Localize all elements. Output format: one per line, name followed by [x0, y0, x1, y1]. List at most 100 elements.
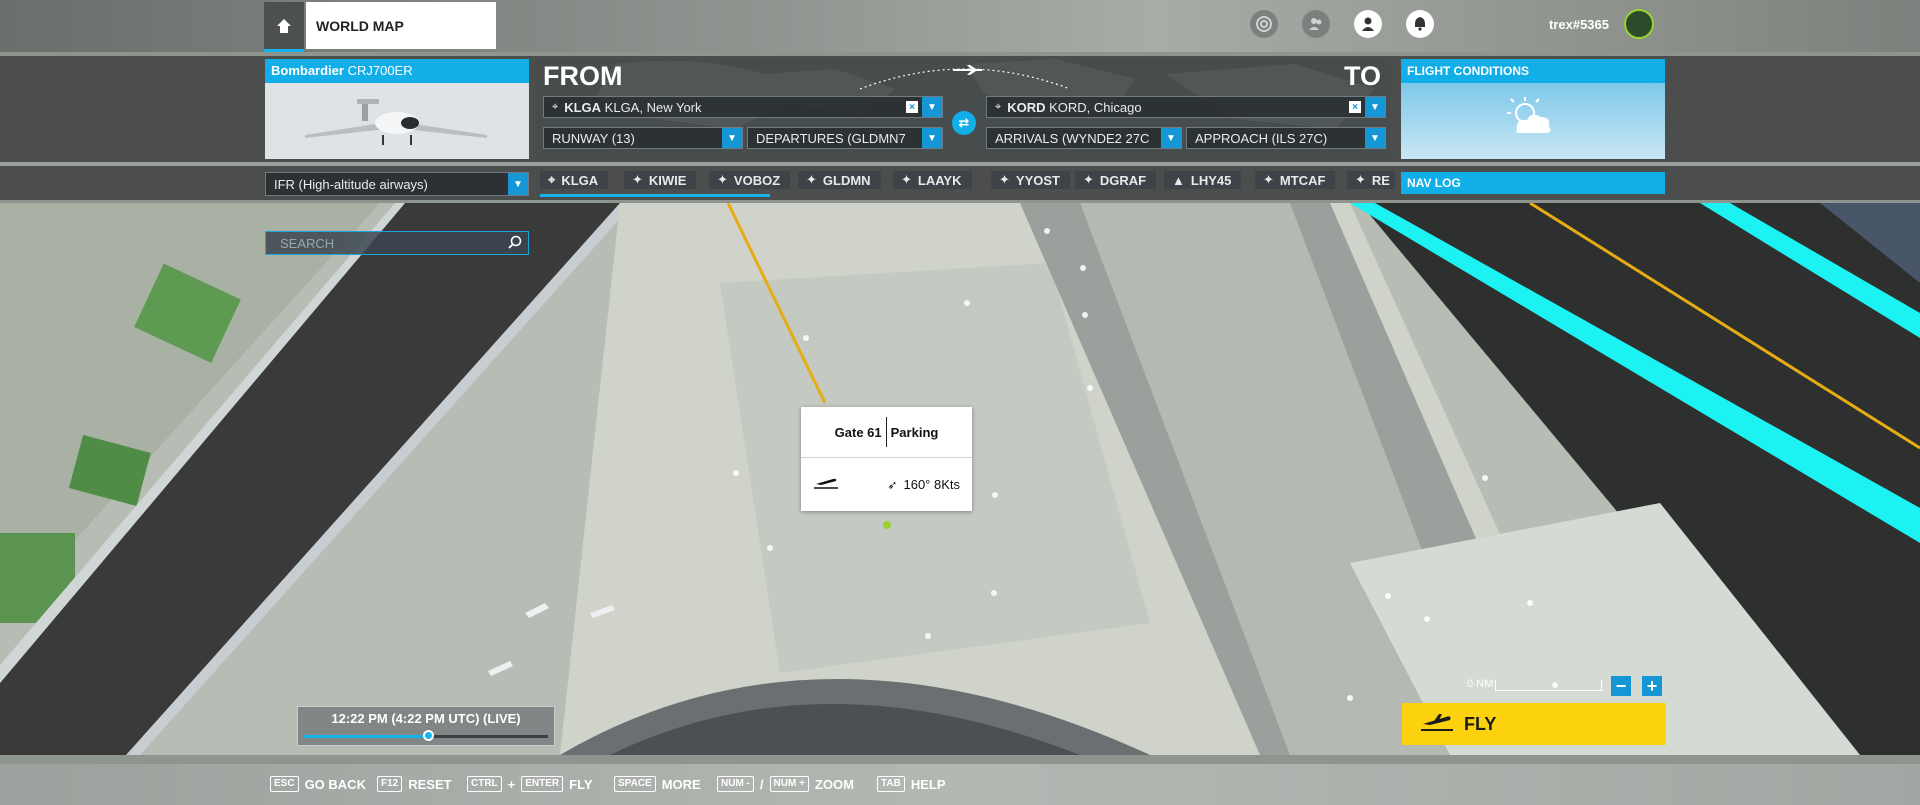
waypoint-chip[interactable]: ✦ VOBOZ: [709, 171, 791, 189]
minus-icon: −: [1615, 676, 1627, 696]
waypoint-chip[interactable]: ✦ GLDMN: [798, 171, 881, 189]
time-display: 12:22 PM (4:22 PM UTC) (LIVE): [331, 711, 521, 726]
gate-label: Gate 61: [834, 424, 882, 440]
waypoint-chip[interactable]: ▲ LHY45: [1164, 171, 1242, 189]
time-slider-track[interactable]: [304, 730, 548, 741]
flight-plan-type-select[interactable]: IFR (High-altitude airways) ▼: [265, 172, 529, 196]
map-scale-label: 0 NM: [1467, 678, 1494, 690]
route-panel: FROM TO ⌖ KLGA KLGA, New York × ▼ RUNWAY…: [535, 59, 1390, 159]
airport-icon: ⌖: [548, 172, 556, 187]
waypoint-label: KIWIE: [648, 172, 687, 188]
fly-button-label: FLY: [1464, 713, 1497, 734]
search-icon[interactable]: [508, 235, 522, 252]
aircraft-header: Bombardier CRJ700ER: [265, 59, 529, 83]
search-input[interactable]: SEARCH: [265, 231, 529, 255]
zoom-in-button[interactable]: +: [1642, 676, 1662, 696]
waypoint-chip[interactable]: ✦ YYOST: [991, 171, 1070, 189]
airport-target-icon: ⌖: [552, 100, 559, 113]
home-button[interactable]: [264, 2, 304, 52]
waypoint-chip[interactable]: ⌖ KLGA: [540, 171, 609, 189]
parking-type: Parking: [890, 424, 939, 440]
to-airport-select[interactable]: ⌖ KORD KORD, Chicago × ▼: [986, 96, 1386, 118]
waypoint-chip[interactable]: ✦ DGRAF: [1075, 171, 1157, 189]
arrival-select[interactable]: ARRIVALS (WYNDE2 27C ▼: [986, 127, 1182, 149]
clear-icon[interactable]: ×: [906, 101, 918, 113]
nav-log-button[interactable]: NAV LOG: [1401, 172, 1665, 194]
from-airport-select[interactable]: ⌖ KLGA KLGA, New York × ▼: [543, 96, 943, 118]
chevron-down-icon[interactable]: ▼: [508, 173, 528, 195]
world-map-tab-label: WORLD MAP: [316, 17, 404, 34]
slash-sign: /: [759, 776, 764, 792]
username: trex#5365: [1549, 17, 1609, 32]
hint-help[interactable]: TAB HELP: [877, 776, 945, 792]
to-airport-code: KORD: [1007, 99, 1046, 115]
footer-hints: ESC GO BACK F12 RESET CTRL + ENTER FLY S…: [0, 764, 1920, 805]
plus-icon: +: [1646, 676, 1658, 696]
hint-go-back[interactable]: ESC GO BACK: [270, 776, 366, 792]
time-slider-fill: [304, 735, 429, 738]
achievements-icon[interactable]: [1250, 10, 1278, 38]
swap-icon: ⇄: [958, 115, 970, 130]
swap-button[interactable]: ⇄: [952, 111, 976, 135]
key-f12: F12: [377, 776, 403, 792]
waypoint-label: VOBOZ: [733, 172, 781, 188]
chevron-down-icon[interactable]: ▼: [1365, 97, 1385, 117]
hint-more[interactable]: SPACE MORE: [614, 776, 701, 792]
waypoint-label: LAAYK: [917, 172, 962, 188]
aircraft-panel[interactable]: Bombardier CRJ700ER: [265, 59, 529, 159]
world-map-tab[interactable]: WORLD MAP: [306, 2, 496, 49]
runway-select[interactable]: RUNWAY (13) ▼: [543, 127, 743, 149]
departure-select[interactable]: DEPARTURES (GLDMN7 ▼: [747, 127, 943, 149]
waypoint-icon: ✦: [717, 172, 728, 187]
hint-zoom[interactable]: NUM - / NUM + ZOOM: [717, 776, 854, 792]
flight-conditions-panel[interactable]: FLIGHT CONDITIONS: [1401, 59, 1665, 159]
departure-value: DEPARTURES (GLDMN7: [756, 130, 906, 146]
to-airport-name: KORD, Chicago: [1049, 99, 1142, 115]
waypoint-chip[interactable]: ✦ RE: [1347, 171, 1395, 189]
chevron-down-icon[interactable]: ▼: [922, 128, 942, 148]
chevron-down-icon[interactable]: ▼: [722, 128, 742, 148]
from-airport-name: KLGA, New York: [604, 99, 702, 115]
waypoint-label: YYOST: [1015, 172, 1060, 188]
from-airport-code: KLGA: [564, 99, 602, 115]
aircraft-image: [265, 83, 529, 159]
zoom-out-button[interactable]: −: [1611, 676, 1631, 696]
waypoint-chip[interactable]: ✦ KIWIE: [624, 171, 697, 189]
vor-icon: ▲: [1172, 172, 1185, 188]
chevron-down-icon[interactable]: ▼: [1365, 128, 1385, 148]
to-title: TO: [1343, 61, 1381, 91]
avatar[interactable]: [1624, 9, 1654, 39]
hint-reset[interactable]: F12 RESET: [377, 776, 452, 792]
time-slider-handle[interactable]: [423, 730, 435, 741]
notifications-icon[interactable]: [1406, 10, 1434, 38]
waypoint-chip[interactable]: ✦ LAAYK: [893, 171, 972, 189]
fly-button[interactable]: FLY: [1402, 703, 1666, 745]
plus-sign: +: [507, 776, 516, 792]
clear-icon[interactable]: ×: [1349, 101, 1361, 113]
waypoint-label: MTCAF: [1279, 172, 1326, 188]
time-control[interactable]: 12:22 PM (4:22 PM UTC) (LIVE): [297, 706, 555, 746]
key-enter: ENTER: [521, 776, 564, 792]
waypoint-label: KLGA: [561, 172, 599, 188]
waypoint-icon: ✦: [806, 172, 817, 187]
waypoint-icon: ✦: [901, 172, 912, 187]
profile-icon[interactable]: [1354, 10, 1382, 38]
hint-label: GO BACK: [304, 776, 366, 792]
waypoint-label: DGRAF: [1099, 172, 1147, 188]
chevron-down-icon[interactable]: ▼: [922, 97, 942, 117]
weather-icon: [1401, 83, 1665, 159]
hint-label: FLY: [569, 776, 593, 792]
takeoff-icon: [1420, 712, 1454, 737]
gate-popup[interactable]: Gate 61 Parking ➶ 160° 8Kts: [801, 407, 972, 511]
hint-label: RESET: [408, 776, 452, 792]
chevron-down-icon[interactable]: ▼: [1161, 128, 1181, 148]
hint-fly[interactable]: CTRL + ENTER FLY: [467, 776, 593, 792]
hint-label: HELP: [910, 776, 946, 792]
friends-icon[interactable]: [1302, 10, 1330, 38]
approach-select[interactable]: APPROACH (ILS 27C) ▼: [1186, 127, 1386, 149]
waypoint-chip[interactable]: ✦ MTCAF: [1255, 171, 1336, 189]
departure-plane-icon[interactable]: [813, 475, 839, 494]
search-placeholder: SEARCH: [280, 235, 335, 251]
home-icon: [277, 18, 291, 33]
waypoint-label: GLDMN: [822, 172, 871, 188]
